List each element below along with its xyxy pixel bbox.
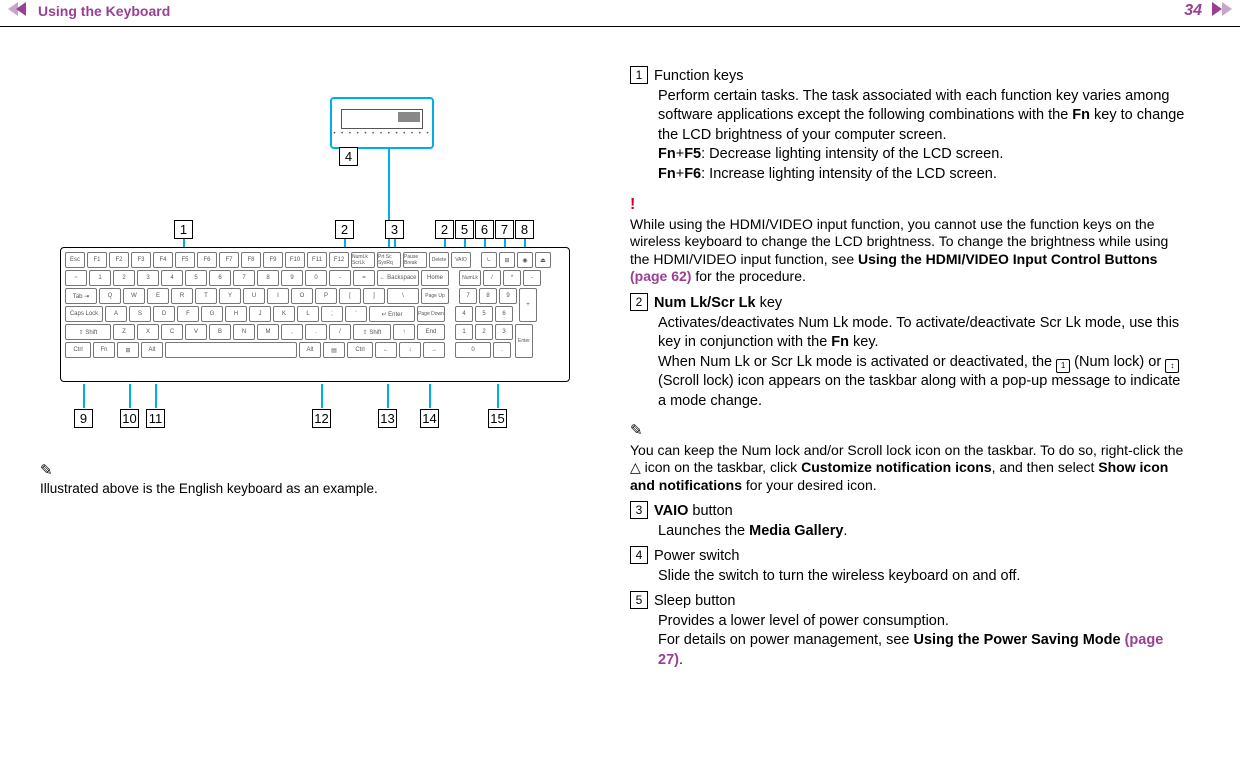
callout-3-top: 3 [385, 220, 404, 239]
callout-4: 4 [339, 147, 358, 166]
tip-1: You can keep the Num lock and/or Scroll … [630, 442, 1190, 495]
header-title: Using the Keyboard [38, 3, 1184, 19]
pencil-icon-2: ✎ [630, 421, 1190, 441]
callout-1-top: 1 [174, 220, 193, 239]
callout-14: 14 [420, 409, 439, 428]
callout-2a-top: 2 [335, 220, 354, 239]
power-switch-closeup: • • • • • • • • • • • • • [330, 97, 434, 149]
forward-arrow-group[interactable] [1208, 2, 1232, 21]
callout-7-top: 7 [495, 220, 514, 239]
callout-2b-top: 2 [435, 220, 454, 239]
callout-5-top: 5 [455, 220, 474, 239]
scrolllock-icon: ↕ [1165, 359, 1179, 373]
item-2: 2Num Lk/Scr Lk key Activates/deactivates… [630, 294, 1190, 411]
keyboard-outline: Esc F1F2 F3F4 F5F6 F7F8 F9F10 F11F12 Num… [60, 247, 570, 382]
callout-8-top: 8 [515, 220, 534, 239]
callout-9: 9 [74, 409, 93, 428]
page-header: Using the Keyboard 34 [0, 0, 1240, 27]
item-3: 3VAIO button Launches the Media Gallery. [630, 502, 1190, 541]
callout-13: 13 [378, 409, 397, 428]
pencil-icon: ✎ [40, 461, 600, 479]
item-4: 4Power switch Slide the switch to turn t… [630, 547, 1190, 586]
warning-icon: ! [630, 194, 1190, 216]
back-arrow-group[interactable] [8, 2, 26, 21]
right-column: 1Function keys Perform certain tasks. Th… [630, 67, 1190, 671]
numlock-icon: 1 [1056, 359, 1070, 373]
item-1: 1Function keys Perform certain tasks. Th… [630, 67, 1190, 184]
left-column: • • • • • • • • • • • • • 4 1 2 3 2 5 6 … [40, 67, 630, 671]
callout-12: 12 [312, 409, 331, 428]
item-5: 5Sleep button Provides a lower level of … [630, 592, 1190, 670]
callout-15: 15 [488, 409, 507, 428]
left-note: ✎ Illustrated above is the English keybo… [40, 461, 600, 496]
warning-1: While using the HDMI/VIDEO input functio… [630, 216, 1190, 286]
page-number: 34 [1184, 2, 1202, 20]
callout-10: 10 [120, 409, 139, 428]
link-page-62[interactable]: (page 62) [630, 268, 691, 284]
keyboard-diagram: • • • • • • • • • • • • • 4 1 2 3 2 5 6 … [40, 77, 600, 457]
callout-11: 11 [146, 409, 165, 428]
callout-6-top: 6 [475, 220, 494, 239]
